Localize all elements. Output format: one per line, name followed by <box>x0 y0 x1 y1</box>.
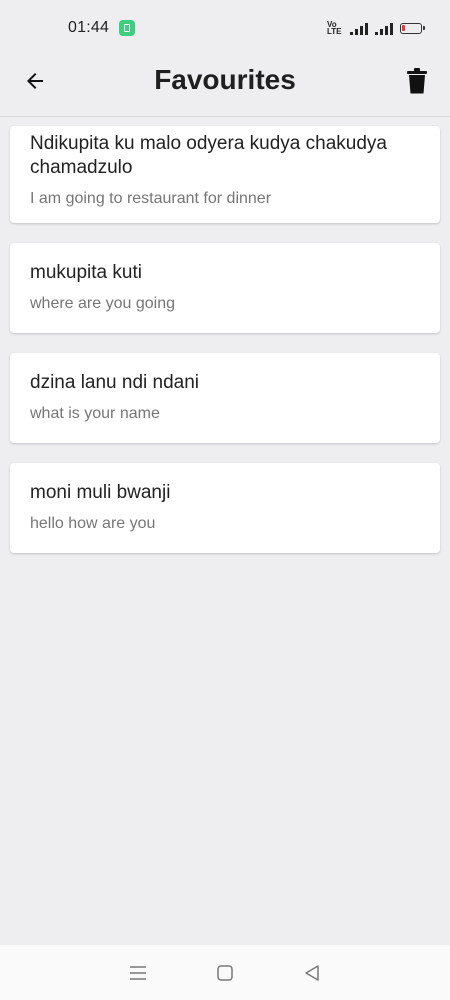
favourite-phrase: dzina lanu ndi ndani <box>30 372 200 393</box>
favourites-list: Ndikupita ku malo odyera kudya chakudya … <box>10 126 440 573</box>
favourite-item[interactable]: mukupita kuti where are you going <box>10 243 440 333</box>
status-bar: 01:44 Vo LTE <box>0 0 450 56</box>
favourite-phrase: moni muli bwanji <box>30 482 171 503</box>
menu-icon <box>130 965 147 980</box>
app-bar: Favourites <box>0 56 450 117</box>
app-notification-icon <box>119 20 135 36</box>
favourite-item[interactable]: dzina lanu ndi ndani what is your name <box>10 353 440 443</box>
page-title: Favourites <box>154 64 296 95</box>
favourite-translation: I am going to restaurant for dinner <box>30 190 272 207</box>
favourite-phrase: mukupita kuti <box>30 262 142 283</box>
battery-icon <box>400 22 425 34</box>
favourite-translation: what is your name <box>30 405 160 422</box>
volte-icon: Vo LTE <box>327 20 342 36</box>
delete-all-button[interactable] <box>404 66 430 96</box>
trash-icon <box>407 68 427 94</box>
favourite-phrase: Ndikupita ku malo odyera kudya chakudya … <box>30 133 387 178</box>
nav-back-button[interactable] <box>297 958 327 988</box>
menu-button[interactable] <box>123 958 153 988</box>
home-icon <box>217 964 233 981</box>
signal-icon <box>375 22 393 35</box>
favourite-translation: where are you going <box>30 295 175 312</box>
status-icons: Vo LTE <box>327 20 425 36</box>
favourite-item[interactable]: moni muli bwanji hello how are you <box>10 463 440 553</box>
system-nav-bar <box>0 945 450 1000</box>
favourite-item[interactable]: Ndikupita ku malo odyera kudya chakudya … <box>10 126 440 223</box>
signal-icon <box>350 22 368 35</box>
favourite-translation: hello how are you <box>30 515 156 532</box>
status-time: 01:44 <box>68 19 110 36</box>
back-triangle-icon <box>304 964 319 981</box>
home-button[interactable] <box>210 958 240 988</box>
